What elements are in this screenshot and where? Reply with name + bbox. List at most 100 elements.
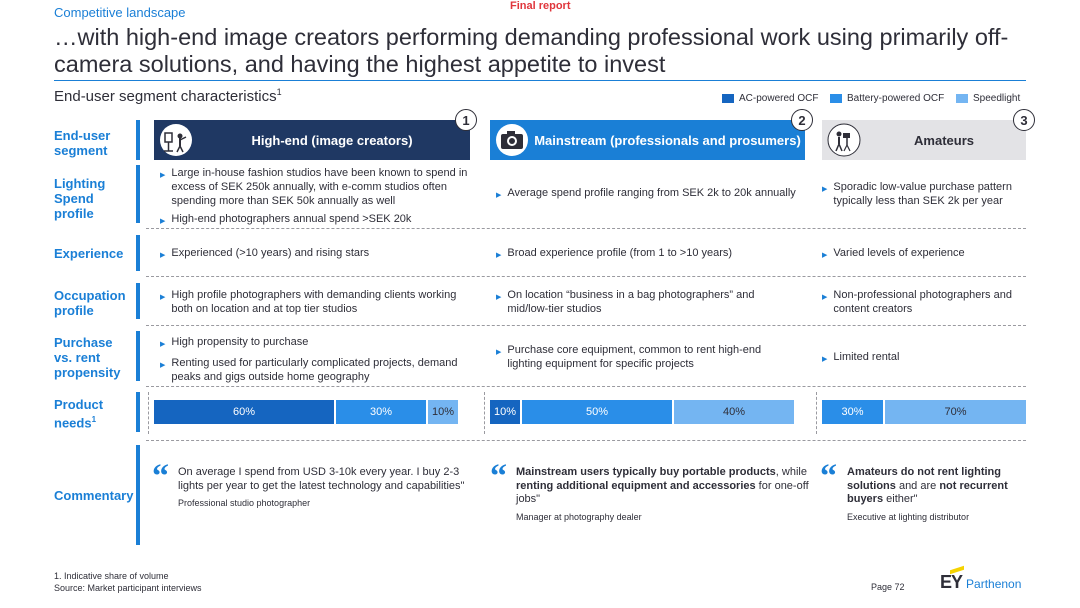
bullet-text: Experienced (>10 years) and rising stars [171,247,370,259]
cell-purchase-high-end: ▶ High propensity to purchase ▶ Renting us… [160,335,470,388]
needs-segment-speedlight: 10% [428,400,458,424]
legend-swatch-ac [722,94,734,103]
needs-segment-speedlight: 40% [674,400,794,424]
legend-swatch-battery [830,94,842,103]
needs-segment-speedlight: 70% [885,400,1026,424]
bullet-item: ▶ Sporadic low-value purchase pattern typ… [822,180,1027,208]
legend-item-speedlight: Speedlight [956,93,1020,104]
bullet-text: On location “business in a bag photograp… [507,289,755,315]
legend-label-ac: AC-powered OCF [739,93,819,104]
bullet-arrow-icon: ▶ [160,341,166,348]
bullet-item: ▶ High profile photographers with demandi… [160,288,470,316]
bullet-text: High propensity to purchase [171,336,309,348]
bullet-item: ▶ Purchase core equipment, common to rent… [496,343,786,371]
bullet-arrow-icon: ▶ [496,349,502,356]
bullet-item: ▶ Limited rental [822,350,1027,367]
bullet-arrow-icon: ▶ [160,252,166,259]
photographer-tripod-icon [824,120,864,160]
legend-label-battery: Battery-powered OCF [847,93,945,104]
bullet-text: Broad experience profile (from 1 to >10 … [507,247,733,259]
quote-mark-icon: “ [152,458,169,495]
ey-parthenon-logo: EY Parthenon [940,565,1022,593]
row-label-commentary: Commentary [54,488,134,503]
logo-brand-text: Parthenon [966,577,1022,591]
row-label-product-needs-ref: 1 [91,415,97,424]
row-divider [146,386,1026,387]
bullet-arrow-icon: ▶ [496,192,502,199]
commentary-text: and are [895,479,940,492]
cell-lighting-spend-mainstream: ▶ Average spend profile ranging from SEK … [496,186,808,207]
bullet-item: ▶ Large in-house fashion studios have bee… [160,166,470,208]
bullet-text: Average spend profile ranging from SEK 2… [507,187,796,199]
page-title: …with high-end image creators performing… [54,24,1009,77]
commentary-bold: Mainstream users typically buy portable … [516,466,776,478]
bullet-text: Large in-house fashion studios have been… [171,167,468,207]
row-bar-experience [136,235,140,271]
footnote: 1. Indicative share of volume [54,571,169,581]
commentary-attribution: Manager at photography dealer [516,511,642,522]
cell-purchase-amateurs: ▶ Limited rental [822,350,1027,371]
cell-experience-mainstream: ▶ Broad experience profile (from 1 to >10… [496,246,808,267]
segment-header-mainstream: Mainstream (professionals and prosumers) [490,120,805,160]
row-bar-purchase [136,331,140,381]
cell-lighting-spend-high-end: ▶ Large in-house fashion studios have bee… [160,166,470,233]
subtitle-footnote-ref: 1 [276,87,282,97]
quote-mark-icon: “ [820,458,837,495]
bullet-text: Sporadic low-value purchase pattern typi… [833,181,1012,207]
segment-header-mainstream-label: Mainstream (professionals and prosumers) [534,132,801,148]
legend-swatch-speedlight [956,94,968,103]
cell-experience-high-end: ▶ Experienced (>10 years) and rising star… [160,246,470,267]
bullet-arrow-icon: ▶ [822,252,828,259]
row-label-experience: Experience [54,246,124,261]
needs-segment-battery: 30% [336,400,426,424]
commentary-attribution: Professional studio photographer [178,498,311,508]
row-divider [146,228,1026,229]
bullet-text: Purchase core equipment, common to rent … [507,344,762,370]
bullet-item: ▶ High propensity to purchase [160,335,470,352]
cell-experience-amateurs: ▶ Varied levels of experience [822,246,1027,267]
needs-segment-ac: 10% [490,400,520,424]
bullet-text: Varied levels of experience [833,247,965,259]
commentary-text: On average I spend from USD 3-10k every … [178,466,465,492]
bullet-arrow-icon: ▶ [496,294,502,301]
bullet-item: ▶ Average spend profile ranging from SEK … [496,186,808,203]
segment-header-high-end: High-end (image creators) [154,120,470,160]
bullet-text: Limited rental [833,351,900,363]
bullet-item: ▶ High-end photographers annual spend >SE… [160,212,470,229]
cell-lighting-spend-amateurs: ▶ Sporadic low-value purchase pattern typ… [822,180,1027,212]
camera-icon [492,120,532,160]
segment-number-badge: 3 [1013,109,1035,131]
column-divider [484,392,485,434]
product-needs-bar-high-end: 60% 30% 10% [154,400,460,424]
section-label: Competitive landscape [54,5,186,20]
cell-occupation-mainstream: ▶ On location “business in a bag photogra… [496,288,786,320]
bullet-text: Non-professional photographers and conte… [833,289,1012,315]
bullet-item: ▶ Renting used for particularly complicat… [160,356,470,384]
bullet-text: Renting used for particularly complicate… [171,357,458,383]
row-label-lighting-spend: Lighting Spend profile [54,176,106,221]
bullet-text: High profile photographers with demandin… [171,289,457,315]
logo-ey-text: EY [940,572,963,592]
subtitle-text: End-user segment characteristics [54,88,277,105]
column-divider [816,392,817,434]
commentary-high-end: On average I spend from USD 3-10k every … [178,466,478,511]
cell-purchase-mainstream: ▶ Purchase core equipment, common to rent… [496,343,786,375]
bullet-item: ▶ Non-professional photographers and cont… [822,288,1027,316]
title-divider [54,80,1026,81]
row-divider [146,276,1026,277]
status-label: Final report [510,0,571,12]
bullet-arrow-icon: ▶ [160,218,166,225]
segment-number-badge: 2 [791,109,813,131]
commentary-attribution: Executive at lighting distributor [847,511,970,522]
bullet-arrow-icon: ▶ [160,362,166,369]
column-divider [148,392,149,434]
bullet-arrow-icon: ▶ [160,294,166,301]
needs-segment-battery: 30% [822,400,883,424]
legend-item-battery: Battery-powered OCF [830,93,944,104]
bullet-arrow-icon: ▶ [822,356,828,363]
bullet-text: High-end photographers annual spend >SEK… [171,213,412,225]
row-divider [146,440,1026,441]
subtitle: End-user segment characteristics1 [54,87,282,105]
quote-mark-icon: “ [490,458,507,495]
bullet-arrow-icon: ▶ [822,186,828,193]
